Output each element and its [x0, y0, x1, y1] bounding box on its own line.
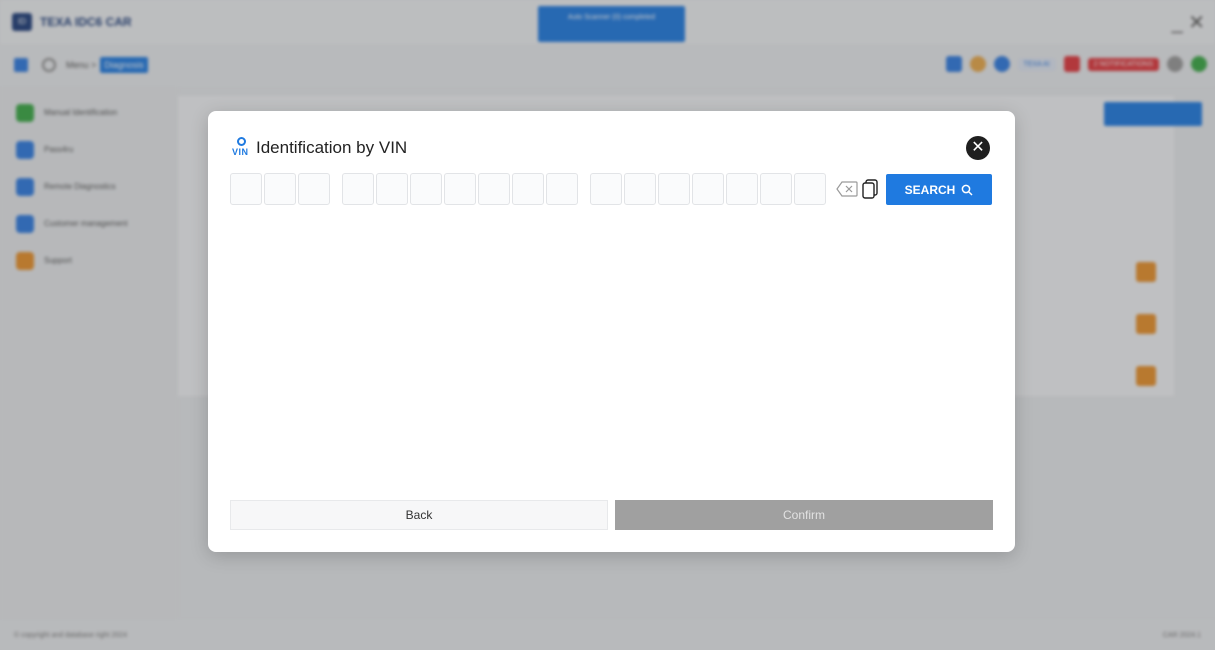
search-icon — [961, 184, 973, 196]
vin-identification-dialog: VIN Identification by VIN ✕ SEARCH Back … — [208, 111, 1015, 552]
vin-char-input[interactable] — [444, 173, 476, 205]
vin-char-input[interactable] — [512, 173, 544, 205]
back-button[interactable]: Back — [230, 500, 608, 530]
vin-char-input[interactable] — [760, 173, 792, 205]
vin-char-input[interactable] — [376, 173, 408, 205]
vin-char-input[interactable] — [230, 173, 262, 205]
vin-char-input[interactable] — [478, 173, 510, 205]
vin-char-input[interactable] — [410, 173, 442, 205]
backspace-icon[interactable] — [836, 181, 858, 197]
confirm-button[interactable]: Confirm — [615, 500, 993, 530]
close-button[interactable]: ✕ — [966, 136, 990, 160]
vin-char-input[interactable] — [590, 173, 622, 205]
modal-header: VIN Identification by VIN — [232, 137, 407, 159]
vin-char-input[interactable] — [624, 173, 656, 205]
vin-char-input[interactable] — [264, 173, 296, 205]
vin-char-input[interactable] — [298, 173, 330, 205]
paste-icon[interactable] — [862, 179, 878, 199]
search-button-label: SEARCH — [904, 182, 956, 197]
vin-char-input[interactable] — [342, 173, 374, 205]
vin-char-input[interactable] — [726, 173, 758, 205]
vin-char-input[interactable] — [794, 173, 826, 205]
vin-search-icon: VIN — [232, 137, 252, 159]
vin-char-input[interactable] — [658, 173, 690, 205]
vin-input-row — [230, 173, 878, 205]
modal-title: Identification by VIN — [256, 138, 408, 157]
vin-char-input[interactable] — [546, 173, 578, 205]
vin-char-input[interactable] — [692, 173, 724, 205]
search-button[interactable]: SEARCH — [886, 174, 992, 205]
